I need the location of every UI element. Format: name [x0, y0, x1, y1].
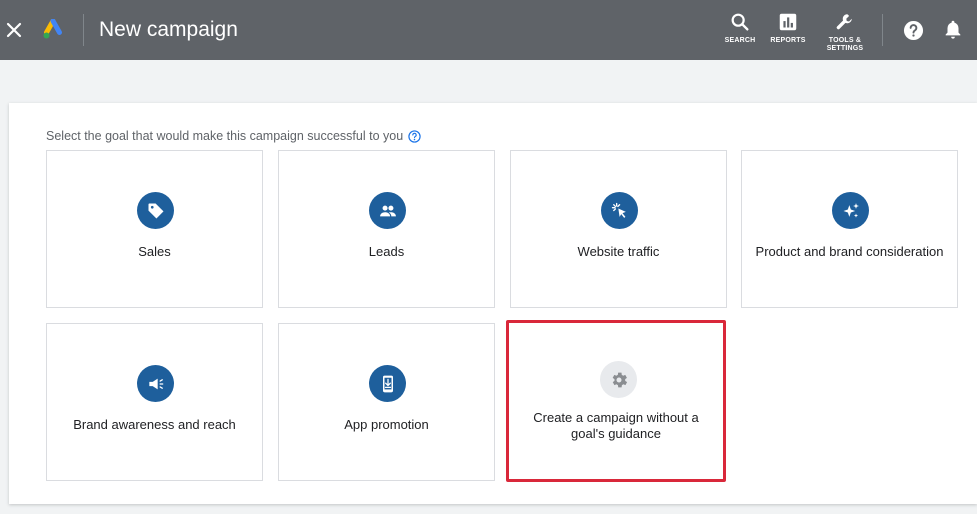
gear-icon: [612, 372, 627, 387]
goal-label: App promotion: [344, 417, 429, 432]
page-title: New campaign: [99, 18, 238, 41]
megaphone-icon: [148, 378, 163, 389]
goal-instruction-text: Select the goal that would make this cam…: [46, 129, 404, 143]
goal-icon-circle: [600, 361, 637, 398]
goal-card-leads[interactable]: Leads: [278, 150, 495, 308]
goal-card-product-brand-consideration[interactable]: Product and brand consideration: [741, 150, 958, 308]
goal-label: Product and brand consideration: [755, 244, 944, 259]
tools-settings-button[interactable]: TOOLS & SETTINGS: [820, 11, 870, 53]
reports-label: REPORTS: [770, 37, 806, 44]
goal-label: Brand awareness and reach: [73, 417, 236, 432]
goal-label: Leads: [368, 244, 405, 259]
cursor-click-icon: [611, 202, 626, 218]
goal-card-app-promotion[interactable]: App promotion: [278, 323, 495, 481]
reports-icon: [779, 13, 797, 31]
goal-card-no-goal-guidance[interactable]: Create a campaign without a goal's guida…: [506, 320, 726, 482]
goal-icon-circle: [137, 192, 174, 229]
top-app-bar: New campaign SEARCH REPORTS TOOLS & SETT…: [0, 0, 977, 60]
goal-icon-circle: [832, 192, 869, 229]
sparkle-icon: [843, 202, 859, 218]
goal-icon-circle: [601, 192, 638, 229]
help-icon[interactable]: [903, 20, 924, 41]
goal-instruction: Select the goal that would make this cam…: [46, 128, 421, 144]
goal-card-website-traffic[interactable]: Website traffic: [510, 150, 727, 308]
search-button[interactable]: SEARCH: [715, 11, 765, 45]
header-divider: [83, 14, 84, 46]
goal-card-sales[interactable]: Sales: [46, 150, 263, 308]
help-circle-icon[interactable]: [408, 129, 421, 143]
goal-label: Sales: [138, 244, 171, 259]
goal-label: Website traffic: [577, 244, 660, 259]
goal-card-brand-awareness-reach[interactable]: Brand awareness and reach: [46, 323, 263, 481]
google-ads-logo: [43, 19, 62, 39]
reports-button[interactable]: REPORTS: [763, 11, 813, 45]
search-label: SEARCH: [724, 37, 756, 44]
header-divider-right: [882, 14, 883, 46]
tools-settings-label: TOOLS & SETTINGS: [826, 37, 864, 52]
goal-icon-circle: [369, 192, 406, 229]
people-icon: [379, 205, 396, 216]
notifications-bell-icon[interactable]: [942, 18, 964, 40]
goal-label: Create a campaign without a goal's guida…: [533, 410, 699, 441]
tag-icon: [148, 203, 163, 218]
goal-icon-circle: [369, 365, 406, 402]
goal-icon-circle: [137, 365, 174, 402]
wrench-icon: [836, 14, 852, 30]
close-icon[interactable]: [4, 20, 24, 40]
search-icon: [731, 13, 749, 31]
phone-download-icon: [382, 375, 393, 392]
